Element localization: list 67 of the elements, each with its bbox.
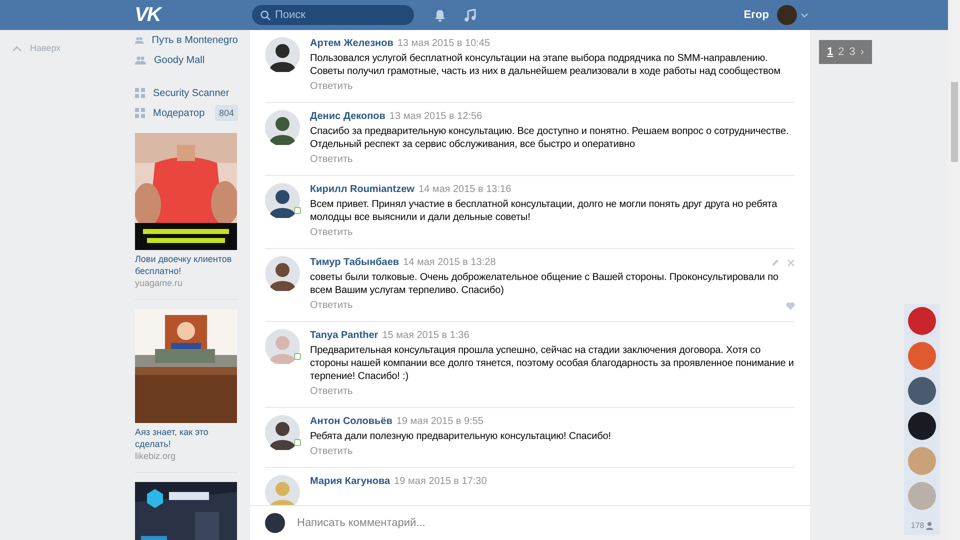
grid-icon — [135, 108, 145, 118]
people-icon — [135, 36, 144, 44]
close-icon[interactable] — [787, 258, 795, 266]
comment-date[interactable]: 14 мая 2015 в 13:16 — [418, 183, 512, 196]
avatar[interactable] — [265, 415, 300, 450]
bell-icon[interactable] — [434, 8, 446, 22]
comment-text: Всем привет. Принял участие в бесплатной консультации, долго не могли понять друг друга но ребята молодцы все выяснили и дали дельные советы! — [310, 198, 778, 224]
friend-avatar[interactable] — [908, 412, 936, 440]
comment-text: Предварительная консультация прошла успешно, сейчас на стадии заключения договора. Хотя со стороны нашей компании все долго тянется, поэтому особая благодарность за проявленное понимание и терпение! Спасибо! :) — [310, 344, 795, 383]
ad-title[interactable]: Аяз знает, как это сделать! — [135, 426, 238, 450]
grid-icon — [135, 88, 145, 98]
page-link[interactable]: 1 — [826, 44, 834, 60]
comment-date[interactable]: 19 мая 2015 в 17:30 — [394, 475, 487, 488]
people-icon — [135, 56, 146, 64]
caret-icon[interactable] — [801, 12, 808, 18]
comment-date[interactable]: 15 мая 2015 в 1:36 — [382, 329, 470, 342]
avatar[interactable] — [265, 256, 300, 291]
person-icon — [926, 522, 934, 530]
page-link[interactable]: 3 — [849, 44, 856, 60]
avatar[interactable] — [265, 110, 300, 145]
sidebar-link[interactable]: Goody Mall — [154, 52, 238, 68]
sidebar-link[interactable]: Модератор — [153, 106, 207, 120]
user-avatar[interactable] — [777, 5, 797, 25]
sidebar-link[interactable]: Security Scanner — [153, 86, 238, 100]
comment-field[interactable]: Написать комментарий... — [297, 514, 795, 532]
reply-link[interactable]: Ответить — [310, 385, 353, 398]
comment-text: Спасибо за предварительную консультацию. Все доступно и понятно. Решаем вопрос о сотрудничестве. Отдельный респект за сервис обслуживания, все быстро и оперативно — [310, 125, 790, 151]
reply-link[interactable]: Ответить — [310, 80, 353, 93]
heart-icon[interactable] — [786, 302, 795, 310]
ad-domain[interactable]: likebiz.org — [135, 450, 238, 462]
music-note-icon[interactable] — [464, 8, 476, 22]
avatar[interactable] — [265, 37, 300, 72]
search-icon — [260, 10, 271, 20]
avatar[interactable] — [265, 183, 300, 218]
next-page-link[interactable]: › — [860, 44, 864, 60]
reply-link[interactable]: Ответить — [310, 299, 353, 312]
reply-link[interactable]: Ответить — [310, 153, 353, 166]
comment-date[interactable]: 13 мая 2015 в 10:45 — [397, 37, 490, 50]
user-name[interactable]: Егор — [744, 6, 769, 24]
chevron-up-icon — [12, 46, 22, 52]
sidebar-link[interactable]: Путь в Montenegro — [152, 32, 238, 48]
comment-text: Пользовался услугой бесплатной консультации на этапе выбора подрядчика по SMM-направлению. Советы получил грамотные, часть из них в дальнейшем реализовали в ходе работы над сообществом — [310, 52, 782, 78]
edit-icon[interactable] — [771, 258, 779, 266]
author-name[interactable]: Артем Железнов — [310, 37, 394, 50]
user-avatar — [265, 513, 285, 533]
comment-date[interactable]: 19 мая 2015 в 9:55 — [396, 415, 484, 428]
author-name[interactable]: Tanya Panther — [310, 329, 378, 342]
ad-domain[interactable]: yuagame.ru — [135, 277, 238, 289]
comment-date[interactable]: 13 мая 2015 в 12:56 — [389, 110, 482, 123]
author-name[interactable]: Денис Декопов — [310, 110, 386, 123]
author-name[interactable]: Мария Кагунова — [310, 475, 390, 488]
logo[interactable]: VK — [134, 0, 160, 30]
reply-link[interactable]: Ответить — [310, 445, 353, 458]
back-to-top-link[interactable]: Наверх — [12, 42, 135, 56]
search-input[interactable]: Поиск — [275, 6, 405, 24]
ad-title[interactable]: Лови двоечку клиентов бесплатно! — [135, 253, 238, 277]
author-name[interactable]: Кирилл Roumiantzew — [310, 183, 414, 196]
friends-count: 178 — [910, 520, 924, 532]
count-badge: 804 — [214, 105, 238, 121]
comment-text: Ребята дали полезную предварительную консультацию! Спасибо! — [310, 430, 612, 443]
page-link[interactable]: 2 — [838, 44, 844, 60]
search-field[interactable]: Поиск — [252, 5, 414, 25]
comment-text: советы были толковые. Очень доброжелательное общение с Вашей стороны. Проконсультировали по всем Вашим услугам терпеливо. Спасибо) — [310, 271, 780, 297]
reply-link[interactable]: Ответить — [310, 226, 353, 239]
author-name[interactable]: Тимур Табынбаев — [310, 256, 400, 269]
comment-date[interactable]: 14 мая 2015 в 13:28 — [403, 256, 496, 269]
author-name[interactable]: Антон Соловьёв — [310, 415, 392, 428]
